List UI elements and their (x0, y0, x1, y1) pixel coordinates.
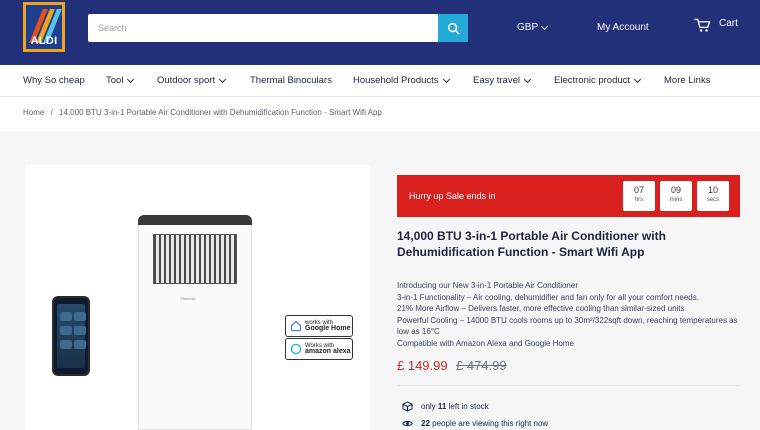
nav-item-household-products[interactable]: Household Products (353, 75, 450, 86)
timer-minutes: 09 mins (660, 181, 692, 211)
timer-value: 09 (670, 185, 681, 195)
nav-item-electronic-product[interactable]: Electronic product (554, 75, 642, 86)
chevron-down-icon (442, 75, 450, 83)
timer-seconds: 10 secs (697, 181, 729, 211)
ac-vent (153, 234, 237, 284)
sale-label: Hurry up Sale ends in (409, 191, 496, 201)
logo-mark: ALDI (26, 5, 62, 49)
timer-value: 10 (707, 185, 718, 195)
breadcrumb-separator: / (50, 108, 53, 117)
viewers-text: 22 people are viewing this right now (421, 419, 548, 428)
chevron-down-icon (219, 75, 227, 83)
currency-selector[interactable]: GBP (517, 22, 549, 33)
timer-value: 07 (633, 185, 644, 195)
nav-item-outdoor-sport[interactable]: Outdoor sport (157, 75, 227, 86)
sale-countdown-banner: Hurry up Sale ends in 07 hrs 09 mins 10 … (397, 175, 740, 217)
cart-icon (694, 18, 711, 32)
eye-icon (402, 420, 413, 427)
product-description: Introducing our New 3-in-1 Portable Air … (397, 280, 742, 349)
product-title: 14,000 BTU 3-in-1 Portable Air Condition… (397, 229, 666, 259)
account-label: My Account (597, 22, 649, 33)
nav-label: Electronic product (554, 75, 631, 86)
badge-text: works with Google Home (305, 320, 351, 333)
viewers-suffix: people are viewing this right now (432, 419, 549, 428)
nav-label: Tool (106, 75, 124, 86)
search-button[interactable] (438, 14, 468, 42)
search-bar (88, 14, 468, 42)
stock-info: only 11 left in stock (402, 401, 489, 412)
nav-item-thermal-binoculars[interactable]: Thermal Binoculars (250, 75, 332, 86)
nav-label: Outdoor sport (157, 75, 216, 86)
chevron-down-icon (634, 75, 642, 83)
app-tile (60, 312, 72, 321)
nav-label: Household Products (353, 75, 439, 86)
app-tile (74, 326, 86, 335)
search-input[interactable] (88, 14, 438, 42)
box-icon (402, 401, 413, 412)
sale-price: £ 149.99 (397, 358, 448, 373)
nav-item-more-links[interactable]: More Links (664, 75, 710, 86)
nav-label: Why So cheap (23, 75, 85, 86)
smartphone-app-image (52, 296, 90, 376)
search-icon (447, 22, 459, 34)
stock-text: only 11 left in stock (421, 402, 489, 411)
cart-link[interactable]: Cart (694, 18, 738, 33)
badge-line2: amazon alexa (305, 348, 351, 355)
nav-item-why-so-cheap[interactable]: Why So cheap (23, 75, 85, 86)
chevron-down-icon (541, 22, 549, 30)
divider (397, 385, 740, 386)
viewers-count: 22 (421, 419, 430, 428)
timer-unit: secs (706, 197, 720, 203)
app-tile (60, 326, 72, 335)
description-line: Powerful Cooling – 14000 BTU cools rooms… (397, 315, 738, 337)
logo-text: ALDI (30, 35, 58, 47)
viewers-info: 22 people are viewing this right now (402, 419, 548, 428)
description-line: 3-in-1 Functionality – Air cooling, dehu… (397, 292, 699, 302)
breadcrumb-home[interactable]: Home (23, 108, 44, 117)
aldi-logo[interactable]: ALDI (23, 2, 65, 52)
app-tile (74, 312, 86, 321)
nav-label: More Links (664, 75, 711, 86)
chevron-down-icon (127, 75, 135, 83)
stock-count: 11 (437, 402, 447, 411)
nav-label: Thermal Binoculars (250, 75, 332, 86)
google-home-badge: works with Google Home (285, 315, 353, 337)
nav-item-easy-travel[interactable]: Easy travel (473, 75, 532, 86)
ac-brand-mark: Hisense (181, 296, 196, 301)
stock-prefix: only (421, 402, 436, 411)
badge-text: Works with amazon alexa (305, 343, 351, 356)
cart-label: Cart (719, 18, 738, 29)
google-home-icon (290, 320, 302, 332)
timer-unit: mins (669, 197, 683, 203)
timer-unit: hrs (634, 197, 644, 203)
description-line: Compatible with Amazon Alexa and Google … (397, 338, 574, 348)
ac-top-panel (138, 215, 252, 225)
breadcrumb: Home / 14,000 BTU 3-in-1 Portable Air Co… (23, 108, 386, 117)
air-conditioner-image: Hisense (138, 215, 252, 430)
my-account-link[interactable]: My Account (597, 22, 649, 33)
phone-screen (57, 304, 86, 368)
main-nav: Why So cheap Tool Outdoor sport Thermal … (0, 65, 760, 97)
description-line: 21% More Airflow – Delivers faster, more… (397, 304, 685, 313)
chevron-down-icon (523, 75, 532, 83)
alexa-icon (290, 343, 302, 355)
app-tile (74, 340, 86, 349)
breadcrumb-current: 14,000 BTU 3-in-1 Portable Air Condition… (59, 108, 382, 117)
description-line: Introducing our New 3-in-1 Portable Air … (397, 281, 578, 290)
currency-label: GBP (517, 22, 539, 33)
amazon-alexa-badge: Works with amazon alexa (285, 338, 353, 360)
badge-line2: Google Home (305, 325, 351, 332)
app-tile (60, 340, 72, 349)
site-header: ALDI GBP My Account Cart (0, 0, 760, 65)
timer-hours: 07 hrs (623, 181, 655, 211)
nav-label: Easy travel (473, 75, 520, 86)
original-price: £ 474.99 (456, 358, 507, 373)
nav-item-tool[interactable]: Tool (106, 75, 135, 86)
stock-suffix: left in stock (448, 402, 489, 411)
